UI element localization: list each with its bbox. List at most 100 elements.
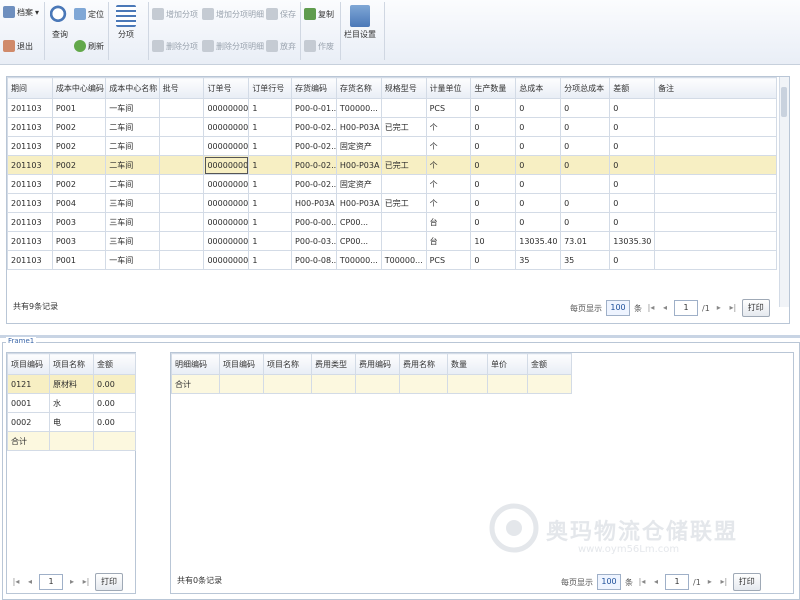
table-cell[interactable]: 0	[609, 136, 656, 156]
detail-col-header[interactable]: 费用编码	[355, 353, 400, 375]
table-cell[interactable]	[654, 250, 777, 270]
table-cell[interactable]: 0	[560, 136, 611, 156]
first-page-icon[interactable]: |◂	[637, 575, 647, 589]
table-cell[interactable]: P002	[51, 136, 107, 156]
table-cell[interactable]: 10	[470, 231, 517, 251]
detail-col-header[interactable]: 单价	[487, 353, 528, 375]
table-row[interactable]: 201103P002二车间 00000000021P00-0-02...H00-P…	[7, 117, 777, 137]
table-cell[interactable]: 35	[515, 250, 562, 270]
table-cell[interactable]	[158, 231, 205, 251]
table-cell[interactable]: 0	[470, 174, 517, 194]
table-cell[interactable]: H00-P03A	[335, 117, 382, 137]
main-col-header[interactable]: 订单行号	[248, 77, 293, 99]
table-cell[interactable]: 1	[248, 193, 293, 213]
page-size-input[interactable]: 100	[597, 574, 621, 590]
page-size-input[interactable]: 100	[606, 300, 630, 316]
table-cell[interactable]: 0	[609, 212, 656, 232]
table-cell[interactable]: 0000000003	[203, 136, 250, 156]
table-cell[interactable]: P00-0-03...	[291, 231, 337, 251]
detail-col-header[interactable]: 明细编码	[171, 353, 220, 375]
table-row[interactable]: 201103P002二车间 00000000061P00-0-02...固定资产 个…	[7, 174, 777, 194]
table-cell[interactable]: 已完工	[380, 193, 427, 213]
table-row[interactable]: 201103P002二车间 00000000031P00-0-02...固定资产 个…	[7, 136, 777, 156]
void-button[interactable]: 作废	[304, 40, 334, 52]
table-cell[interactable]: P003	[51, 212, 107, 232]
table-cell[interactable]: 1	[248, 155, 293, 175]
main-col-header[interactable]: 分项总成本	[560, 77, 611, 99]
table-row[interactable]: 201103P001一车间 00000000011P00-0-01...T0000…	[7, 98, 777, 118]
main-col-header[interactable]: 总成本	[515, 77, 562, 99]
table-cell[interactable]: 二车间	[105, 117, 160, 137]
table-cell[interactable]: H00-P03A	[335, 155, 382, 175]
add-item-button[interactable]: 增加分项	[152, 8, 198, 20]
table-cell[interactable]	[158, 193, 205, 213]
last-page-icon[interactable]: ▸|	[728, 301, 738, 315]
table-cell[interactable]: P004	[51, 193, 107, 213]
table-cell[interactable]: 1	[248, 212, 293, 232]
alloc-button[interactable]: 分项	[116, 5, 136, 40]
table-cell[interactable]: 个	[425, 155, 472, 175]
table-cell[interactable]: 201103	[7, 136, 53, 156]
table-cell[interactable]: T00000...	[335, 250, 382, 270]
table-cell[interactable]: 0000000009	[203, 212, 250, 232]
table-cell[interactable]: 0	[515, 136, 562, 156]
table-cell[interactable]: 一车间	[105, 98, 160, 118]
item-row[interactable]: 0121 原材料 0.00	[7, 374, 136, 394]
table-cell[interactable]: 台	[425, 231, 472, 251]
item-cell[interactable]: 0.00	[93, 374, 136, 394]
table-cell[interactable]: P001	[51, 98, 107, 118]
table-cell[interactable]: 0	[515, 174, 562, 194]
main-col-header[interactable]: 成本中心编码	[51, 77, 107, 99]
filter-button[interactable]: 定位	[74, 8, 104, 20]
copy-button[interactable]: 复制	[304, 8, 334, 20]
table-cell[interactable]: 1	[248, 117, 293, 137]
table-cell[interactable]	[654, 136, 777, 156]
delete-detail-button[interactable]: 删除分项明细	[202, 40, 264, 52]
item-cell[interactable]: 原材料	[49, 374, 94, 394]
table-cell[interactable]: 0	[609, 98, 656, 118]
table-cell[interactable]: P00-0-02...	[291, 155, 337, 175]
table-cell[interactable]: 0	[470, 212, 517, 232]
table-cell[interactable]: 0	[609, 250, 656, 270]
table-cell[interactable]: PCS	[425, 98, 472, 118]
table-cell[interactable]: 0	[560, 117, 611, 137]
add-detail-button[interactable]: 增加分项明细	[202, 8, 264, 20]
refresh-button[interactable]: 刷新	[74, 40, 104, 52]
table-cell[interactable]	[654, 212, 777, 232]
table-cell[interactable]: 201103	[7, 231, 53, 251]
table-cell[interactable]: 台	[425, 212, 472, 232]
table-cell[interactable]: 0	[609, 174, 656, 194]
item-row[interactable]: 0001 水 0.00	[7, 393, 136, 413]
table-cell[interactable]: 三车间	[105, 193, 160, 213]
table-cell[interactable]: 0	[470, 193, 517, 213]
table-cell[interactable]	[158, 136, 205, 156]
print-button[interactable]: 打印	[732, 573, 761, 591]
table-cell[interactable]	[380, 174, 427, 194]
table-cell[interactable]	[654, 155, 777, 175]
table-cell[interactable]: 三车间	[105, 212, 160, 232]
detail-col-header[interactable]: 项目编码	[219, 353, 264, 375]
table-cell[interactable]: 0000000014	[203, 250, 250, 270]
table-cell[interactable]: 73.01	[560, 231, 611, 251]
table-cell[interactable]: 0	[515, 98, 562, 118]
prev-page-icon[interactable]: ◂	[660, 301, 670, 315]
page-number-input[interactable]: 1	[665, 574, 689, 590]
item-cell[interactable]: 0.00	[93, 393, 136, 413]
table-cell[interactable]: P00-0-02...	[291, 136, 337, 156]
table-cell[interactable]: 0000000005	[203, 155, 250, 175]
prev-page-icon[interactable]: ◂	[25, 575, 35, 589]
table-cell[interactable]: 201103	[7, 212, 53, 232]
table-cell[interactable]: 0	[609, 117, 656, 137]
delete-item-button[interactable]: 删除分项	[152, 40, 198, 52]
table-cell[interactable]: 三车间	[105, 231, 160, 251]
item-col-header[interactable]: 项目编码	[7, 353, 50, 375]
table-cell[interactable]: 0000000002	[203, 117, 250, 137]
table-cell[interactable]: 201103	[7, 155, 53, 175]
table-cell[interactable]: 固定资产	[335, 174, 382, 194]
table-cell[interactable]: 1	[248, 250, 293, 270]
table-cell[interactable]	[158, 250, 205, 270]
main-col-header[interactable]: 存货名称	[335, 77, 382, 99]
table-cell[interactable]: 二车间	[105, 155, 160, 175]
table-cell[interactable]: P002	[51, 174, 107, 194]
table-cell[interactable]: 0000000006	[203, 174, 250, 194]
